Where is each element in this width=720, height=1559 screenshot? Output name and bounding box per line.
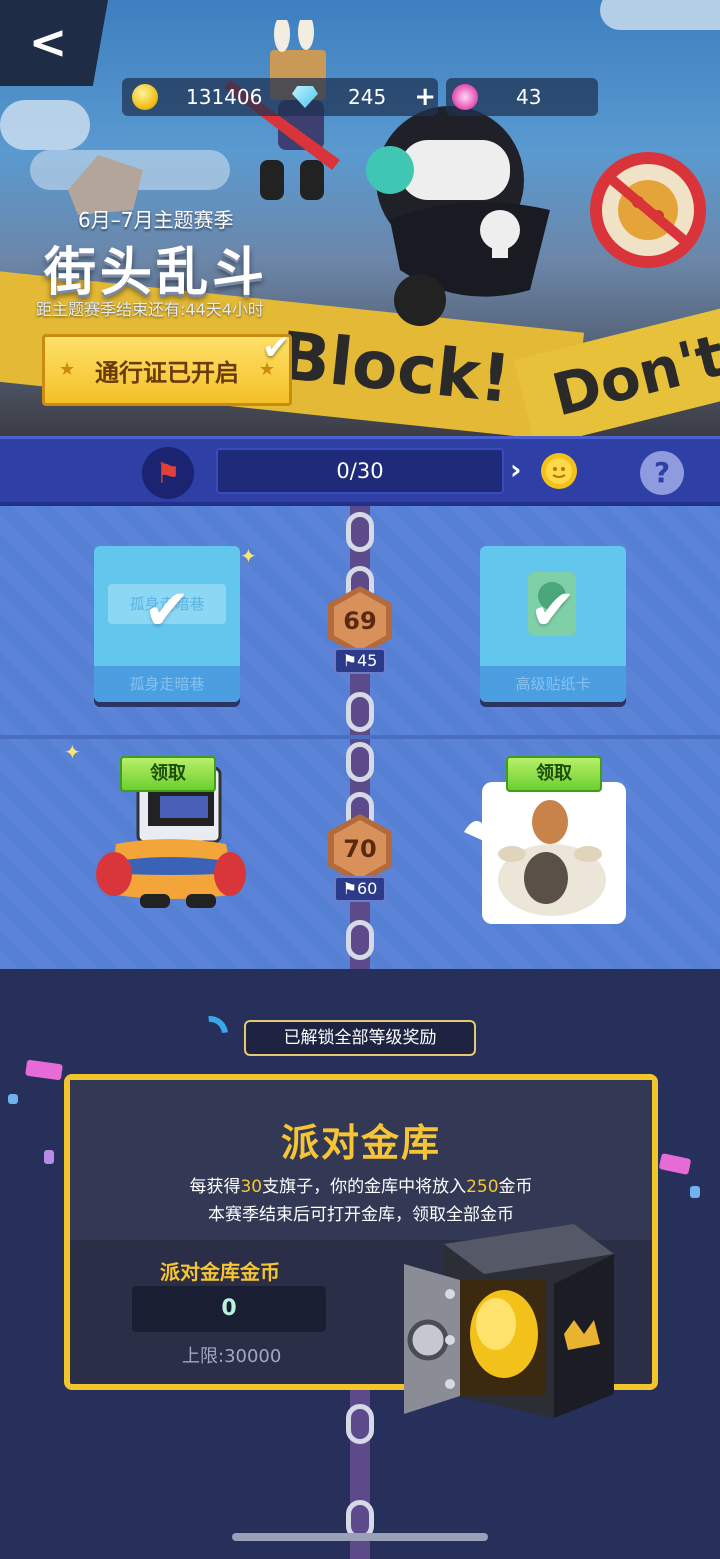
sheep-emote-sticker xyxy=(464,782,626,924)
vault-safe-image xyxy=(404,1224,614,1418)
reward-name: 孤身走暗巷 xyxy=(94,666,240,702)
vault-limit: 上限:30000 xyxy=(182,1346,282,1367)
chain-link xyxy=(346,512,374,552)
pass-status-label: 通行证已开启 xyxy=(95,358,239,387)
no-pizza-sign xyxy=(590,152,706,268)
claim-button[interactable]: 领取 xyxy=(120,756,216,792)
check-icon: ✔ xyxy=(143,578,191,643)
check-icon: ✔ xyxy=(529,578,577,643)
desc-text: 支旗子，你的金库中将放入 xyxy=(262,1177,467,1197)
lotus-icon xyxy=(452,84,478,110)
season-title: 街头乱斗 xyxy=(44,243,269,303)
desc-highlight: 30 xyxy=(240,1177,263,1197)
level-reward-list[interactable]: 孤身走暗巷 ✔ 孤身走暗巷 ✦ 69 ⚑45 ✔ 高级贴纸卡 ✦ 领取 70 ⚑… xyxy=(0,506,720,969)
gem-amount: 245 xyxy=(348,85,387,109)
level-badge: 70 xyxy=(328,814,392,884)
requirement-value: 60 xyxy=(356,879,378,898)
back-button[interactable]: < xyxy=(18,14,78,74)
level-requirement: ⚑45 xyxy=(334,648,386,674)
claim-button[interactable]: 领取 xyxy=(506,756,602,792)
desc-highlight: 250 xyxy=(466,1177,499,1197)
vault-title: 派对金库 xyxy=(280,1121,441,1165)
confetti-decoration xyxy=(658,1153,692,1175)
row-divider xyxy=(0,735,720,739)
star-icon: ★ xyxy=(59,359,76,380)
sparkle-icon: ✦ xyxy=(64,740,81,764)
desc-text: 每获得 xyxy=(189,1177,241,1197)
level-number: 69 xyxy=(343,607,377,635)
vault-coins-value: 0 xyxy=(132,1286,326,1332)
lotus-counter: 43 xyxy=(446,78,598,116)
confetti-decoration xyxy=(25,1059,63,1081)
confetti-decoration xyxy=(8,1094,18,1104)
reward-card-free-69[interactable]: 孤身走暗巷 ✔ 孤身走暗巷 xyxy=(94,546,240,702)
chain-link xyxy=(346,920,374,960)
flag-progress-bar: ⚑ 0/30 › ? xyxy=(0,436,720,506)
season-subtitle: 6月–7月主题赛季 xyxy=(78,208,234,232)
pass-status-button[interactable]: ★ 通行证已开启 ★ xyxy=(42,334,292,406)
chain-link xyxy=(346,692,374,732)
coin-amount: 131406 xyxy=(186,85,263,109)
confetti-decoration xyxy=(44,1150,54,1164)
requirement-value: 45 xyxy=(356,651,378,670)
sparkle-icon: ✦ xyxy=(240,544,257,568)
lotus-amount: 43 xyxy=(516,85,542,109)
chain-link xyxy=(346,1404,374,1444)
streamer-decoration xyxy=(184,1008,236,1060)
gem-icon xyxy=(292,86,318,108)
level-badge: 69 xyxy=(328,586,392,656)
coin-icon xyxy=(541,453,577,489)
chevron-right-icon: › xyxy=(510,453,522,486)
check-icon: ✔ xyxy=(262,328,291,368)
confetti-decoration xyxy=(690,1186,700,1198)
reward-name: 高级贴纸卡 xyxy=(480,666,626,702)
help-button[interactable]: ? xyxy=(640,451,684,495)
flag-icon: ⚑ xyxy=(142,447,194,499)
coin-icon xyxy=(132,84,158,110)
level-number: 70 xyxy=(343,835,377,863)
flag-progress-value: 0/30 xyxy=(216,448,504,494)
reward-card-premium-69[interactable]: ✔ 高级贴纸卡 xyxy=(480,546,626,702)
level-requirement: ⚑60 xyxy=(334,876,386,902)
vault-description-line1: 每获得30支旗子，你的金库中将放入250金币 xyxy=(70,1172,652,1197)
cloud-decoration xyxy=(0,100,90,150)
vault-description-line2: 本赛季结束后可打开金库，领取全部金币 xyxy=(208,1205,514,1225)
home-indicator[interactable] xyxy=(232,1533,488,1541)
season-remaining-time: 距主题赛季结束还有:44天4小时 xyxy=(36,300,264,319)
desc-text: 金币 xyxy=(498,1177,533,1197)
tape-text: Block! xyxy=(275,317,515,419)
all-rewards-unlocked-notice: 已解锁全部等级奖励 xyxy=(244,1020,476,1056)
cloud-decoration xyxy=(600,0,720,30)
season-banner: Block! Don't B < 131406 245 xyxy=(0,0,720,436)
gem-counter: 245 + xyxy=(284,78,436,116)
skull-mask-character xyxy=(366,106,550,326)
chain-link xyxy=(346,742,374,782)
add-gems-button[interactable]: + xyxy=(414,82,436,112)
vault-coins-label: 派对金库金币 xyxy=(160,1260,280,1284)
